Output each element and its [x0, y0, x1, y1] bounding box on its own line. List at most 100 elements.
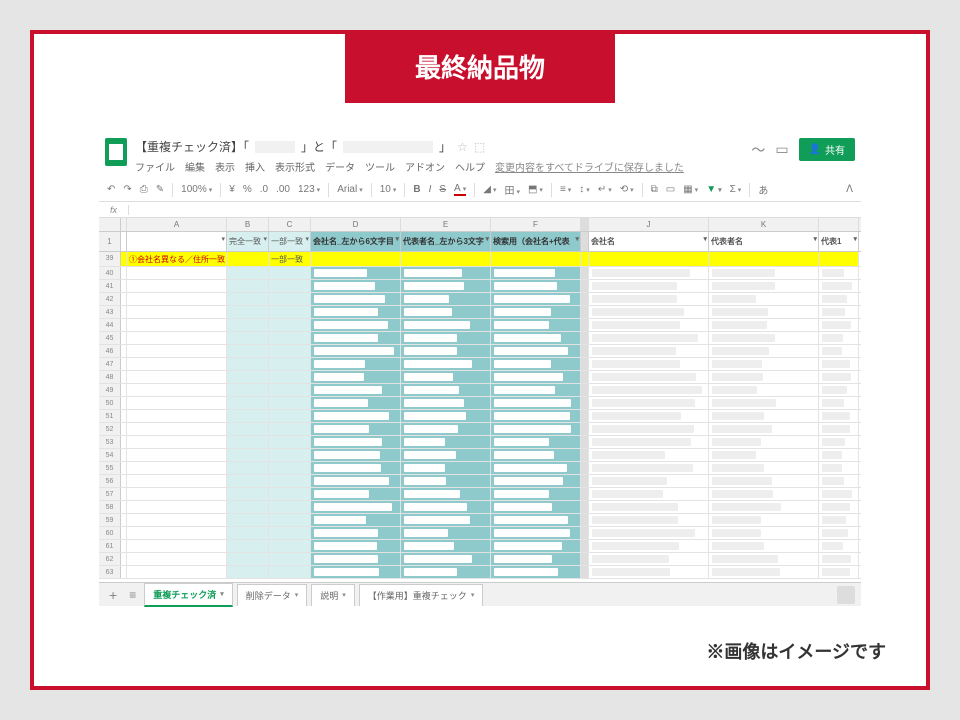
cell[interactable] — [227, 384, 269, 396]
cell[interactable] — [127, 280, 227, 292]
cell[interactable] — [589, 410, 709, 422]
filter-icon[interactable]: ▾ — [703, 235, 707, 243]
cell[interactable] — [269, 345, 311, 357]
cell[interactable] — [401, 371, 491, 383]
table-row[interactable]: 43 — [99, 306, 861, 319]
cell[interactable] — [401, 553, 491, 565]
cell[interactable] — [227, 553, 269, 565]
cell[interactable] — [819, 527, 859, 539]
cell[interactable] — [311, 371, 401, 383]
cell[interactable] — [709, 293, 819, 305]
cell[interactable] — [311, 397, 401, 409]
row-number[interactable]: 53 — [99, 436, 121, 448]
cell[interactable] — [311, 449, 401, 461]
menu-format[interactable]: 表示形式 — [275, 159, 315, 174]
cell[interactable] — [311, 267, 401, 279]
cell[interactable] — [311, 436, 401, 448]
filter-cell[interactable]: 代表1▾ — [819, 232, 859, 251]
cell[interactable] — [589, 566, 709, 578]
cell[interactable] — [491, 397, 581, 409]
cell[interactable] — [311, 345, 401, 357]
cell[interactable] — [311, 540, 401, 552]
cell[interactable] — [401, 397, 491, 409]
cell[interactable] — [401, 462, 491, 474]
cell[interactable] — [401, 293, 491, 305]
cell[interactable] — [269, 527, 311, 539]
cell[interactable] — [491, 293, 581, 305]
cell[interactable] — [127, 527, 227, 539]
cell[interactable] — [227, 252, 269, 266]
cell[interactable] — [589, 527, 709, 539]
cell[interactable] — [581, 514, 589, 526]
cell[interactable] — [491, 514, 581, 526]
cell[interactable] — [589, 514, 709, 526]
row-number[interactable]: 47 — [99, 358, 121, 370]
cell[interactable] — [589, 371, 709, 383]
cell[interactable] — [819, 488, 859, 500]
cell[interactable] — [581, 345, 589, 357]
table-row[interactable]: 40 — [99, 267, 861, 280]
valign-button[interactable]: ↕ — [579, 184, 590, 195]
cell[interactable] — [227, 397, 269, 409]
cell[interactable] — [589, 540, 709, 552]
col-header[interactable]: D — [311, 218, 401, 231]
table-row[interactable]: 39 ①会社名異なる／住所一致 一部一致 — [99, 252, 861, 267]
filter-icon[interactable]: ▾ — [395, 235, 399, 243]
filter-icon[interactable]: ▾ — [263, 235, 267, 243]
filter-cell[interactable]: 会社名_左から6文字目▾ — [311, 232, 401, 251]
cell[interactable] — [709, 566, 819, 578]
row-number[interactable]: 49 — [99, 384, 121, 396]
row-number[interactable]: 61 — [99, 540, 121, 552]
percent-button[interactable]: % — [243, 184, 252, 195]
menu-edit[interactable]: 編集 — [185, 159, 205, 174]
cell[interactable] — [311, 462, 401, 474]
cell[interactable] — [127, 306, 227, 318]
cell[interactable] — [819, 358, 859, 370]
cell[interactable] — [491, 280, 581, 292]
cell[interactable] — [709, 436, 819, 448]
chevron-down-icon[interactable]: ▾ — [342, 591, 346, 599]
cell[interactable] — [491, 306, 581, 318]
undo-icon[interactable]: ↶ — [107, 184, 115, 195]
cell[interactable] — [581, 540, 589, 552]
col-header[interactable]: K — [709, 218, 819, 231]
cell[interactable] — [227, 371, 269, 383]
cell[interactable] — [127, 319, 227, 331]
cell[interactable] — [227, 436, 269, 448]
row-number[interactable]: 50 — [99, 397, 121, 409]
table-row[interactable]: 61 — [99, 540, 861, 553]
col-header[interactable]: F — [491, 218, 581, 231]
row-number[interactable]: 59 — [99, 514, 121, 526]
chevron-down-icon[interactable]: ▾ — [295, 591, 299, 599]
cell[interactable] — [491, 252, 581, 266]
share-button[interactable]: 👤 共有 — [799, 138, 855, 161]
filter-cell[interactable]: 会社名▾ — [589, 232, 709, 251]
cell[interactable] — [401, 436, 491, 448]
cell[interactable] — [491, 384, 581, 396]
add-sheet-button[interactable]: + — [105, 587, 121, 603]
cell[interactable] — [401, 358, 491, 370]
row-number[interactable]: 44 — [99, 319, 121, 331]
activity-icon[interactable]: 〜 — [751, 140, 765, 160]
filter-cell[interactable]: 完全一致▾ — [227, 232, 269, 251]
bold-button[interactable]: B — [413, 184, 420, 195]
cell[interactable] — [311, 488, 401, 500]
filter-cell[interactable]: ▾ — [127, 232, 227, 251]
cell[interactable] — [819, 540, 859, 552]
cell[interactable] — [401, 345, 491, 357]
cell[interactable] — [127, 371, 227, 383]
cell[interactable] — [819, 462, 859, 474]
cell[interactable] — [491, 462, 581, 474]
cell[interactable] — [401, 267, 491, 279]
cell[interactable] — [491, 358, 581, 370]
cell[interactable] — [819, 436, 859, 448]
cell[interactable] — [819, 514, 859, 526]
table-row[interactable]: 59 — [99, 514, 861, 527]
row-number[interactable]: 58 — [99, 501, 121, 513]
cell[interactable] — [491, 345, 581, 357]
menu-file[interactable]: ファイル — [135, 159, 175, 174]
cell[interactable] — [401, 514, 491, 526]
table-row[interactable]: 50 — [99, 397, 861, 410]
cell[interactable] — [227, 306, 269, 318]
cell[interactable] — [227, 280, 269, 292]
